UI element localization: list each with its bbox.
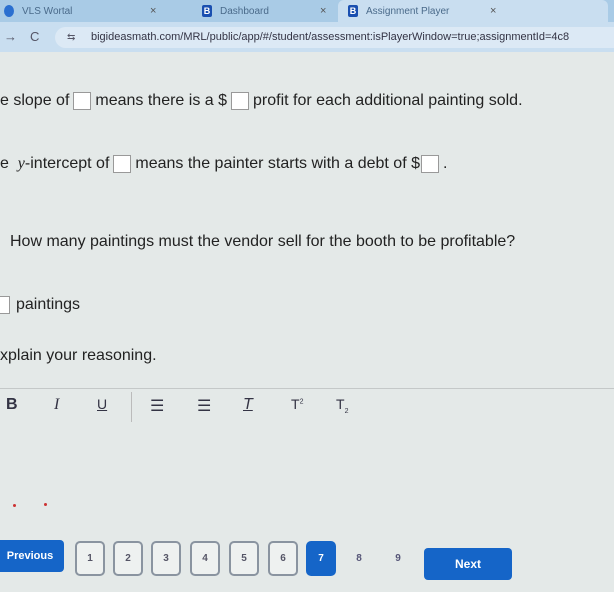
subscript-button[interactable]: T2	[336, 396, 348, 415]
text: profit for each additional painting sold…	[253, 92, 523, 109]
previous-button[interactable]: Previous	[0, 540, 64, 572]
explain-prompt: xplain your reasoning.	[0, 347, 157, 364]
marker-dot	[13, 504, 16, 507]
reload-icon[interactable]: C	[30, 29, 39, 44]
text: -intercept of	[24, 155, 110, 172]
debt-input[interactable]	[421, 155, 439, 173]
page-1-button[interactable]: 1	[75, 541, 105, 576]
intercept-statement: e y -intercept of means the painter star…	[0, 155, 447, 173]
page-3-button[interactable]: 3	[151, 541, 181, 576]
label: 2	[299, 398, 304, 406]
label: 2	[344, 407, 349, 415]
tab-vls[interactable]: VLS Wortal ×	[4, 0, 204, 22]
page-6-button[interactable]: 6	[268, 541, 298, 576]
bulleted-list-button[interactable]: ☰	[150, 396, 164, 416]
marker-dot	[44, 503, 47, 506]
page-4-button[interactable]: 4	[190, 541, 220, 576]
url-text: bigideasmath.com/MRL/public/app/#/studen…	[91, 31, 570, 43]
close-tab-icon[interactable]: ×	[320, 5, 326, 17]
page-5-button[interactable]: 5	[229, 541, 259, 576]
page-9-button[interactable]: 9	[383, 541, 413, 576]
slope-statement: e slope of means there is a $ profit for…	[0, 92, 523, 110]
text: e slope of	[0, 92, 70, 109]
url-bar[interactable]: ⇆ bigideasmath.com/MRL/public/app/#/stud…	[55, 27, 614, 48]
tab-label: Assignment Player	[366, 5, 450, 17]
question-prompt: How many paintings must the vendor sell …	[10, 233, 516, 250]
page-8-button[interactable]: 8	[344, 541, 374, 576]
clear-format-button[interactable]: T	[243, 396, 253, 414]
slope-input[interactable]	[73, 92, 92, 110]
close-tab-icon[interactable]: ×	[490, 5, 496, 17]
close-tab-icon[interactable]: ×	[150, 5, 156, 17]
label: T	[336, 396, 345, 412]
text: means the painter starts with a debt of …	[135, 155, 420, 172]
numbered-list-button[interactable]: ☰	[197, 396, 211, 416]
forward-icon[interactable]: →	[4, 29, 17, 44]
superscript-button[interactable]: T2	[291, 396, 303, 412]
text: paintings	[16, 296, 81, 313]
tab-assignment-player[interactable]: B Assignment Player ×	[338, 0, 608, 22]
tab-label: VLS Wortal	[22, 5, 73, 17]
bigideas-logo-icon: B	[202, 5, 212, 17]
bold-button[interactable]: B	[6, 396, 18, 414]
variable: y	[17, 155, 25, 172]
text: .	[443, 155, 448, 172]
intercept-input[interactable]	[113, 155, 132, 173]
page-7-button[interactable]: 7	[306, 541, 336, 576]
bigideas-logo-icon: B	[348, 5, 358, 17]
label: T	[291, 396, 300, 412]
italic-button[interactable]: I	[54, 396, 59, 414]
vls-logo-icon	[4, 5, 14, 17]
paintings-input[interactable]	[0, 296, 10, 314]
text: means there is a $	[95, 92, 228, 109]
profit-input[interactable]	[231, 92, 250, 110]
text: e	[0, 155, 9, 172]
answer-row: paintings	[0, 296, 80, 314]
address-bar-area: → C ⇆ bigideasmath.com/MRL/public/app/#/…	[0, 22, 614, 52]
site-info-icon[interactable]: ⇆	[67, 27, 75, 48]
next-button[interactable]: Next	[424, 548, 512, 580]
tab-bar: VLS Wortal × B Dashboard × B Assignment …	[0, 0, 614, 22]
divider	[0, 388, 614, 389]
page-2-button[interactable]: 2	[113, 541, 143, 576]
tab-label: Dashboard	[220, 5, 269, 17]
toolbar-separator	[131, 392, 132, 422]
underline-button[interactable]: U	[97, 396, 107, 412]
